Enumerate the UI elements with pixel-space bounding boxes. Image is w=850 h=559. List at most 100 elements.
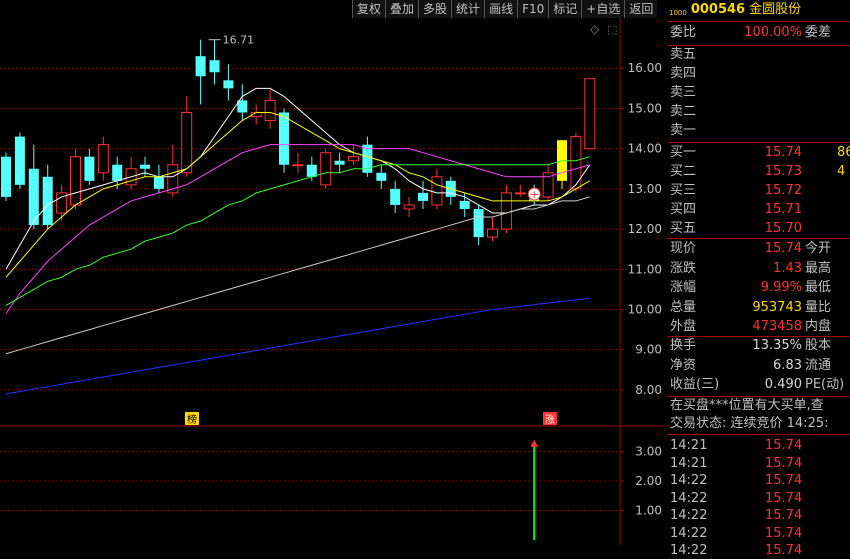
y-tick-label: 8.00 <box>635 383 662 397</box>
stat2-label: 净资 <box>670 357 697 373</box>
bid-price: 15.72 <box>764 183 802 198</box>
candle-body <box>306 164 317 177</box>
stat-value: 1.43 <box>773 260 802 276</box>
candle-body <box>195 56 206 77</box>
bid-volume: 86 <box>837 145 850 160</box>
y-tick-label: 9.00 <box>635 343 662 357</box>
stat-label2: 最高 <box>805 260 832 276</box>
stat-label: 总量 <box>670 299 697 315</box>
toolbar-button-5[interactable]: F10 <box>517 0 549 18</box>
stat-value: 9.99% <box>760 280 802 295</box>
stock-header: 1000 000546 金圆股份 <box>667 0 850 20</box>
candle-body <box>418 192 428 201</box>
bid-row: 买四 15.71 <box>667 201 850 219</box>
tick-time: 14:22 <box>670 525 708 541</box>
tick-time: 14:22 <box>670 508 708 523</box>
candle-body <box>14 136 25 185</box>
ask-row: 卖二 <box>667 103 850 121</box>
toolbar-button-3[interactable]: 统计 <box>451 0 485 18</box>
stat-value: 473458 <box>752 319 802 334</box>
candle-body <box>70 156 81 206</box>
bid-price: 15.71 <box>764 202 802 217</box>
limit-up-marker: 涨 <box>545 414 555 426</box>
candle-body <box>84 156 95 181</box>
candle-body <box>181 111 193 174</box>
bid-row: 买三 15.72 <box>667 182 850 200</box>
stat-label: 外盘 <box>670 319 697 334</box>
candle-body <box>97 144 109 174</box>
stat-row: 现价 15.74 今开 <box>667 240 850 258</box>
candle-body <box>264 99 276 122</box>
stat-label2: 今开 <box>805 241 832 256</box>
tick-row: 14:22 15.74 <box>667 490 850 507</box>
candle-body <box>584 78 596 150</box>
candle-body <box>514 192 526 195</box>
ask-row: 卖四 <box>667 65 850 83</box>
stock-code[interactable]: 000546 <box>691 0 745 20</box>
kline-chart[interactable]: 16.00 15.00 14.00 13.00 12.00 11.00 10.00 9.00 8… <box>0 0 666 545</box>
candle-body <box>1 156 11 197</box>
toolbar-button-8[interactable]: 返回 <box>624 0 658 18</box>
toolbar-button-0[interactable]: 复权 <box>352 0 386 18</box>
y-tick-label: 14.00 <box>628 142 662 156</box>
tick-price: 15.74 <box>765 490 803 506</box>
candle-body <box>153 176 164 189</box>
signal-arrow-icon <box>530 439 539 447</box>
bid-row: 买五 15.70 <box>667 220 850 238</box>
candle-body <box>279 112 289 165</box>
weibi-value: 100.00% <box>744 25 802 40</box>
ma-line-5 <box>5 297 590 395</box>
stat-row: 涨幅 9.99% 最低 <box>667 279 850 297</box>
stat-label: 涨幅 <box>670 280 697 295</box>
y-tick-label: 13.00 <box>628 182 662 196</box>
toolbar-button-1[interactable]: 叠加 <box>385 0 419 18</box>
candle-body <box>209 60 220 73</box>
candle-body <box>403 204 415 210</box>
ask-row: 卖一 <box>667 122 850 140</box>
candle-body <box>570 136 582 190</box>
ask-label: 卖四 <box>670 66 697 81</box>
candle-body <box>42 176 53 226</box>
candle-body <box>431 176 443 206</box>
toolbar-button-4[interactable]: 画线 <box>484 0 518 18</box>
bid-volume: 4 <box>837 164 846 179</box>
candle-body <box>140 164 150 169</box>
trade-status: 交易状态: 连续竞价 14:25: <box>670 416 829 431</box>
stat2-row: 换手 13.35% 股本 <box>667 337 850 355</box>
bid-label: 买二 <box>670 164 697 179</box>
candle-body <box>390 188 401 205</box>
stat2-label: 收益(三) <box>670 377 720 392</box>
market-sup: 1000 <box>669 9 687 17</box>
stat2-label2: 股本 <box>805 338 832 353</box>
bid-row: 买一 15.74 86 <box>667 144 850 162</box>
stat2-label2: PE(动) <box>805 377 845 392</box>
tick-price: 15.74 <box>765 525 803 541</box>
ask-row: 卖三 <box>667 84 850 102</box>
bid-price: 15.70 <box>764 221 802 236</box>
ask-label: 卖二 <box>670 104 697 119</box>
divider <box>667 434 850 435</box>
stock-name[interactable]: 金圆股份 <box>749 0 801 20</box>
stat-label: 涨跌 <box>670 260 697 276</box>
tick-price: 15.74 <box>765 508 803 523</box>
expand-icon: ⬚ <box>607 23 617 36</box>
divider <box>667 142 850 143</box>
tick-price: 15.74 <box>765 438 803 453</box>
candle-body <box>487 228 498 238</box>
toolbar-button-6[interactable]: 标记 <box>548 0 582 18</box>
stat-row: 外盘 473458 内盘 <box>667 318 850 336</box>
candle-body <box>223 80 234 89</box>
y-tick-label: 16.00 <box>628 61 662 75</box>
y-tick-label: 11.00 <box>628 262 662 276</box>
stat-label: 现价 <box>670 241 697 256</box>
candle-body <box>500 192 512 230</box>
toolbar-button-2[interactable]: 多股 <box>418 0 452 18</box>
high-label: 16.71 <box>223 34 255 47</box>
candle-body <box>334 160 345 165</box>
candle-body <box>320 152 332 186</box>
toolbar-button-7[interactable]: +自选 <box>581 0 625 18</box>
stat-label2: 内盘 <box>805 319 832 334</box>
ask-row: 卖五 <box>667 46 850 64</box>
y-tick-label: 15.00 <box>628 101 662 115</box>
tick-row: 14:21 15.74 <box>667 437 850 454</box>
